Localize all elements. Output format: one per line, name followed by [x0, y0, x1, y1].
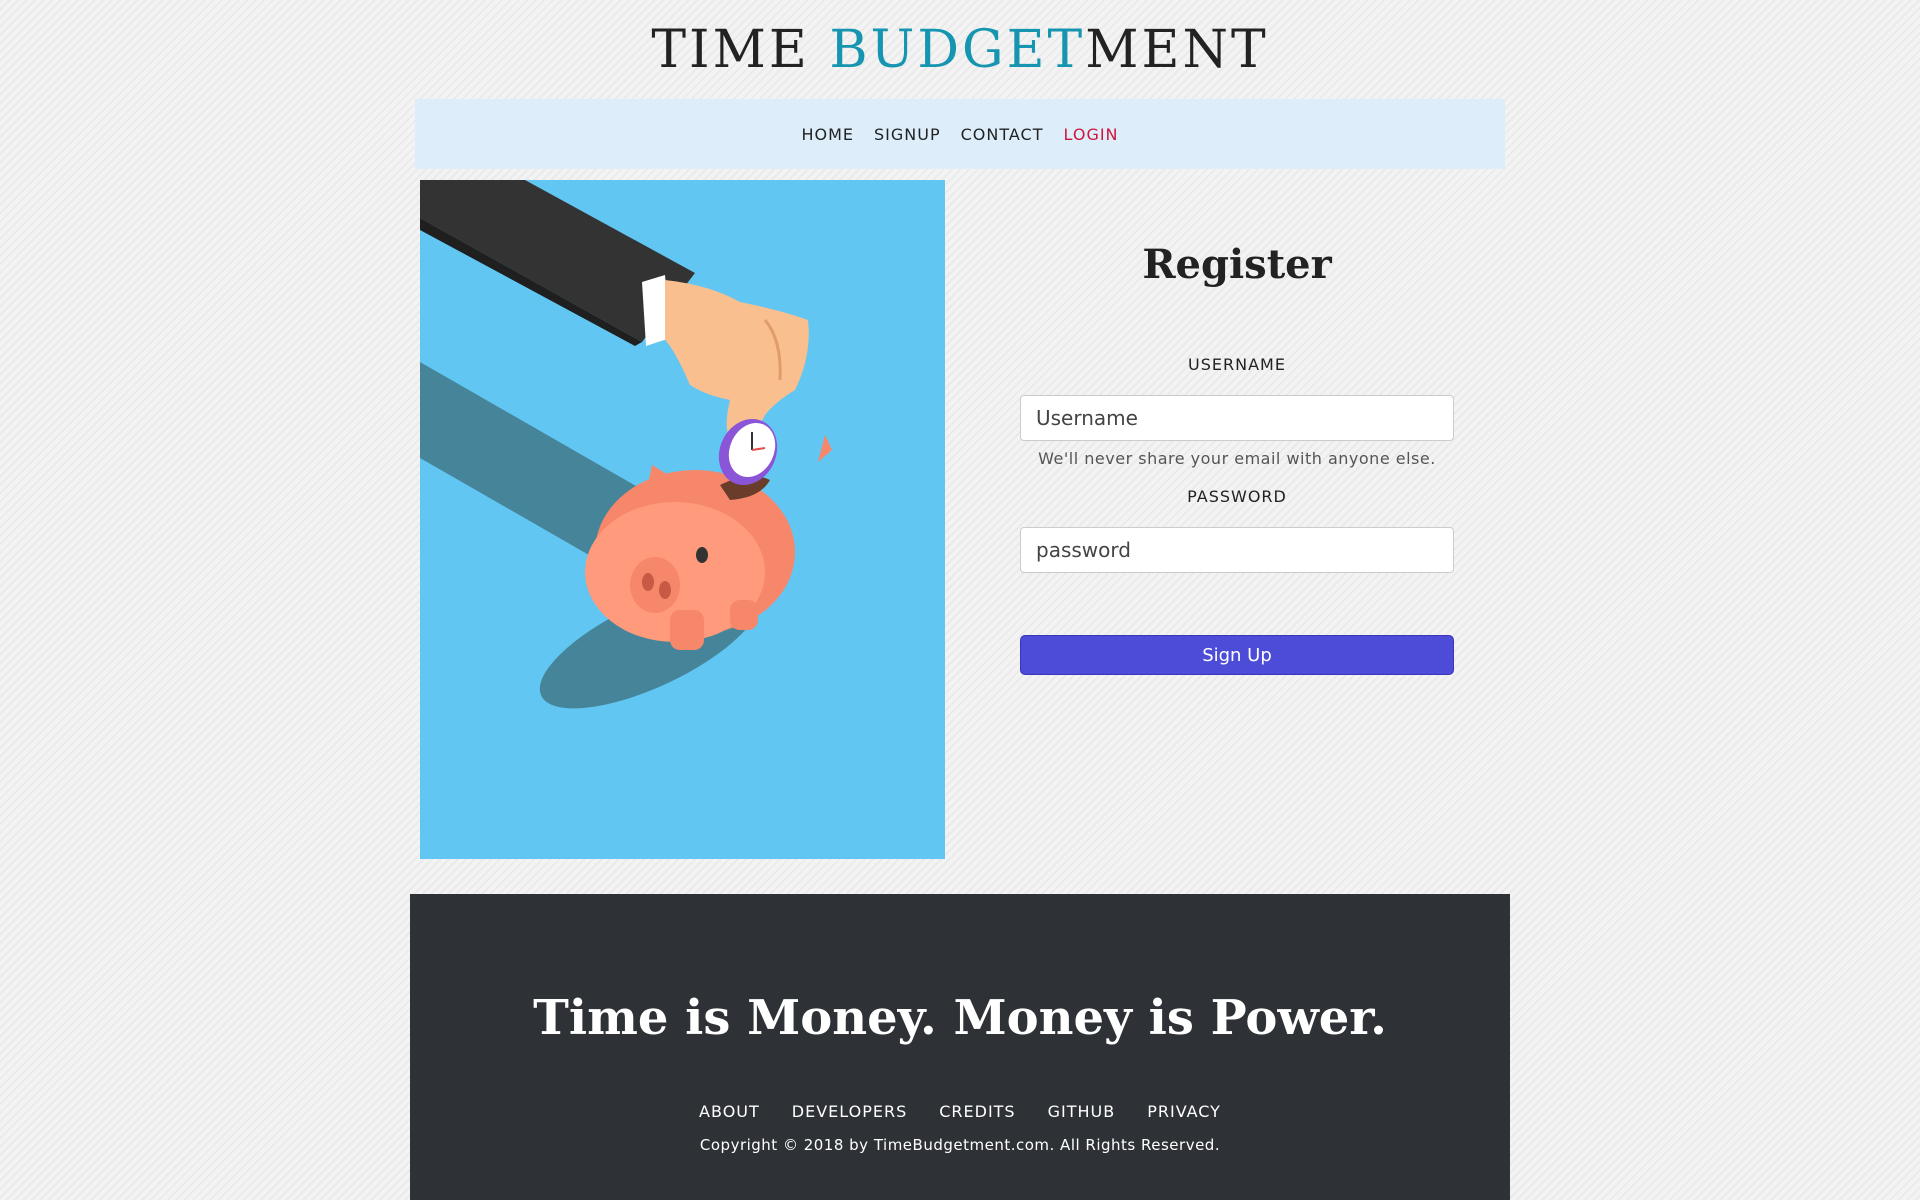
footer-link-privacy[interactable]: PRIVACY	[1147, 1102, 1221, 1121]
site-logo[interactable]: TIME BUDGETMENT	[0, 20, 1920, 80]
password-label: PASSWORD	[1187, 487, 1287, 506]
nav-home[interactable]: HOME	[801, 125, 854, 144]
footer-link-github[interactable]: GITHUB	[1048, 1102, 1116, 1121]
password-input[interactable]	[1020, 527, 1454, 573]
nav-contact[interactable]: CONTACT	[961, 125, 1044, 144]
nav-login[interactable]: LOGIN	[1064, 125, 1119, 144]
form-title: Register	[1142, 241, 1332, 288]
footer-link-developers[interactable]: DEVELOPERS	[792, 1102, 907, 1121]
footer-tagline: Time is Money. Money is Power.	[533, 990, 1387, 1046]
logo-part-budget: BUDGET	[829, 20, 1086, 80]
footer-links: ABOUT DEVELOPERS CREDITS GITHUB PRIVACY	[410, 1102, 1510, 1121]
copyright-text: Copyright © 2018 by TimeBudgetment.com. …	[699, 1136, 1221, 1154]
register-form: Register USERNAME We'll never share your…	[1020, 225, 1454, 675]
hero-illustration	[420, 180, 945, 859]
piggy-bank-icon	[420, 180, 945, 859]
nav-signup[interactable]: SIGNUP	[874, 125, 941, 144]
footer-link-about[interactable]: ABOUT	[699, 1102, 760, 1121]
username-label: USERNAME	[1188, 355, 1286, 374]
main-nav: HOME SIGNUP CONTACT LOGIN	[415, 99, 1505, 169]
username-input[interactable]	[1020, 395, 1454, 441]
footer-link-credits[interactable]: CREDITS	[939, 1102, 1015, 1121]
site-footer: Time is Money. Money is Power. ABOUT DEV…	[410, 894, 1510, 1200]
sign-up-button[interactable]: Sign Up	[1020, 635, 1454, 675]
email-help-text: We'll never share your email with anyone…	[1038, 449, 1436, 468]
logo-part-time: TIME	[651, 20, 830, 80]
logo-part-ment: MENT	[1085, 20, 1269, 80]
